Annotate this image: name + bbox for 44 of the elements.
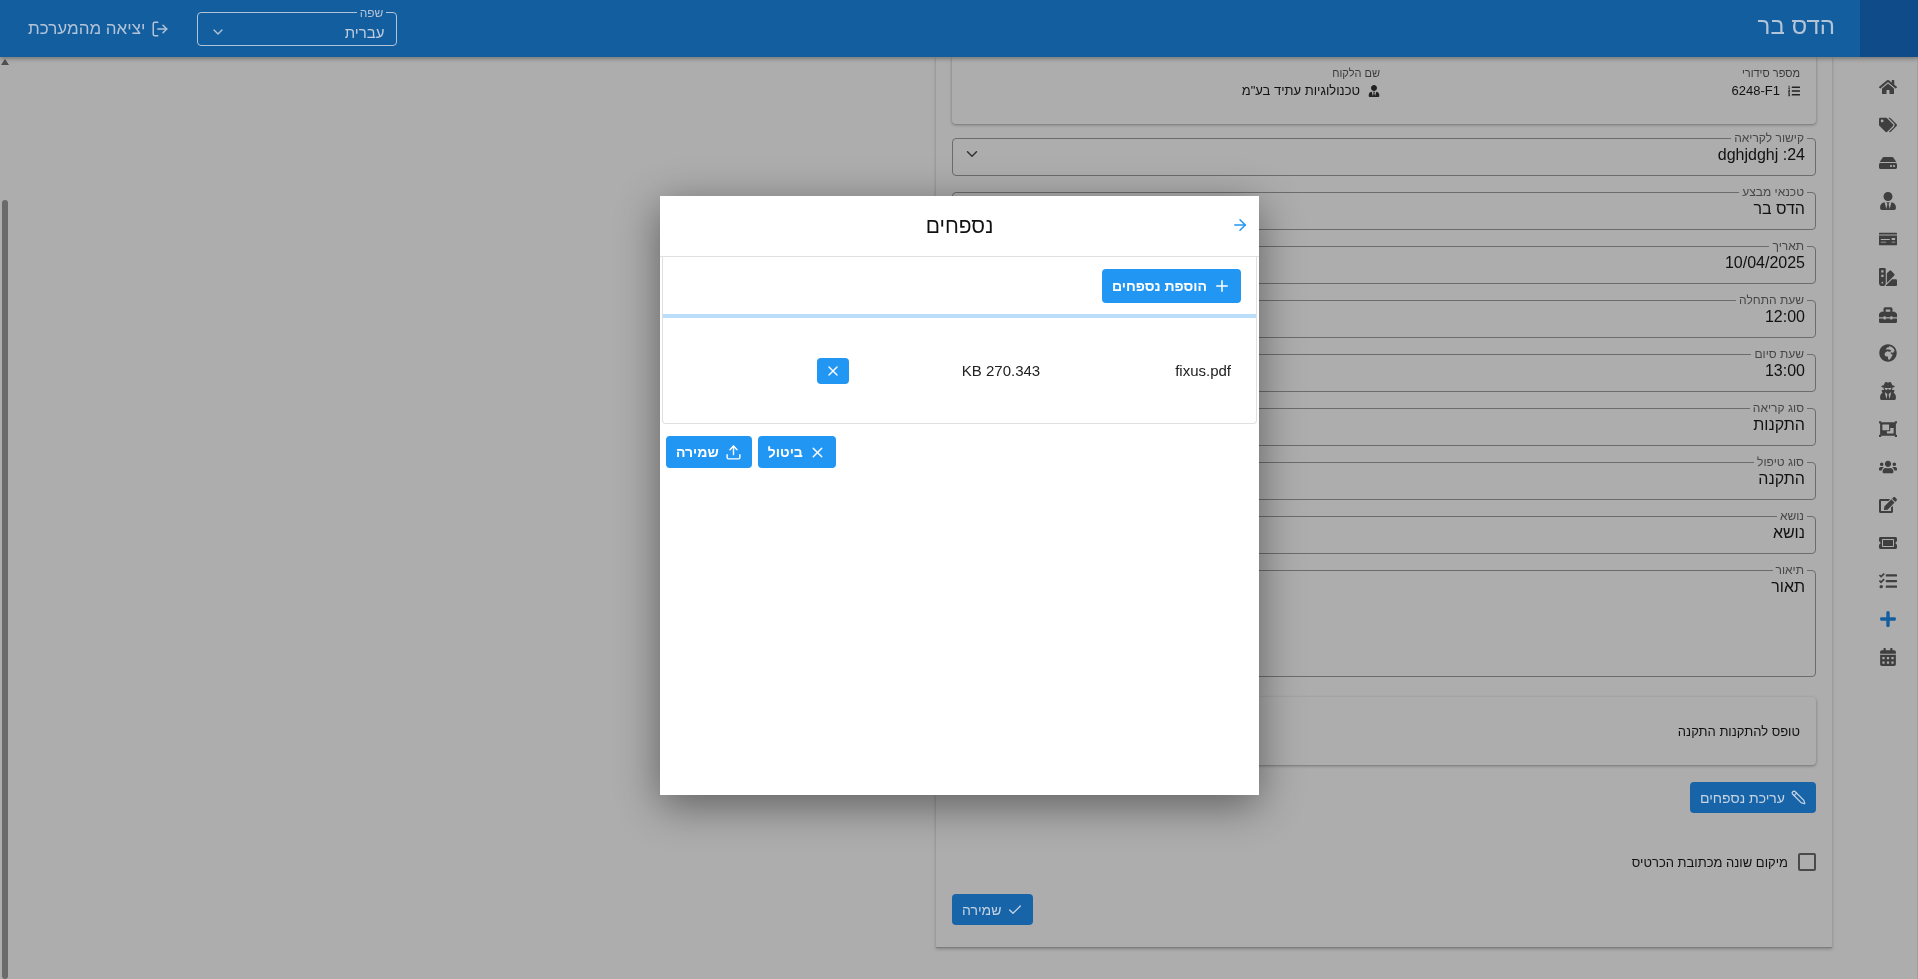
checkbox[interactable] bbox=[1798, 853, 1816, 871]
field-label: סוג טיפול bbox=[1756, 456, 1805, 468]
summary-label: שם הלקוח bbox=[1331, 67, 1380, 79]
checkbox-label: מיקום שונה מכתובת הכרטיס bbox=[1631, 854, 1788, 870]
field-label: קישור לקריאה bbox=[1733, 132, 1805, 144]
field-label: טכנאי מבצע bbox=[1741, 186, 1805, 198]
field-label: סוג קריאה bbox=[1751, 402, 1805, 414]
user-icon bbox=[1368, 84, 1380, 97]
plus-icon bbox=[1213, 277, 1231, 295]
list-icon bbox=[1788, 84, 1800, 97]
logout-link[interactable]: יציאה מהמערכת bbox=[28, 18, 170, 39]
file-size: KB 270.343 bbox=[960, 362, 1042, 379]
summary-value: 6248-F1 bbox=[1731, 83, 1780, 98]
field-label: תאריך bbox=[1771, 240, 1805, 252]
back-arrow-icon[interactable] bbox=[1231, 216, 1249, 234]
field-value: 13:00 bbox=[1764, 362, 1805, 380]
scroll-up-icon[interactable] bbox=[1, 59, 9, 65]
field-value: תאור bbox=[1771, 578, 1805, 596]
field-value: נושא bbox=[1772, 524, 1805, 542]
file-name: fixus.pdf bbox=[1174, 362, 1231, 379]
delete-button[interactable] bbox=[817, 357, 849, 384]
field-value: dghjdghj :24 bbox=[1717, 146, 1805, 164]
field-value: 10/04/2025 bbox=[1724, 254, 1805, 272]
field-value: התקנות bbox=[1753, 416, 1805, 434]
summary-value: טכנולוגיות עתיד בע"מ bbox=[1241, 83, 1360, 98]
edit-attachments-button[interactable]: עריכת נספחים bbox=[1690, 782, 1816, 813]
field-value: 12:00 bbox=[1764, 308, 1805, 326]
field-label: נושא bbox=[1778, 510, 1805, 522]
corner-block bbox=[1860, 0, 1918, 57]
field-label: תיאור bbox=[1774, 564, 1805, 576]
field-value: הדס בר bbox=[1753, 200, 1805, 218]
logout-icon bbox=[151, 19, 170, 38]
upload-icon bbox=[724, 443, 742, 461]
user-name: הדס בר bbox=[1756, 11, 1836, 41]
field-label: שעת התחלה bbox=[1738, 294, 1805, 306]
field-value: התקנה bbox=[1758, 470, 1805, 488]
scrollbar-thumb[interactable] bbox=[2, 200, 8, 979]
summary-label: מספר סידורי bbox=[1740, 67, 1800, 79]
pencil-icon bbox=[1791, 790, 1806, 805]
field-label: שפה bbox=[358, 5, 385, 20]
save-button[interactable]: שמירה bbox=[952, 894, 1034, 925]
field-value: עברית bbox=[344, 23, 385, 41]
form-link-card[interactable]: טופס להתקנות התקנה bbox=[952, 697, 1816, 765]
field-label: שעת סיום bbox=[1753, 348, 1805, 360]
